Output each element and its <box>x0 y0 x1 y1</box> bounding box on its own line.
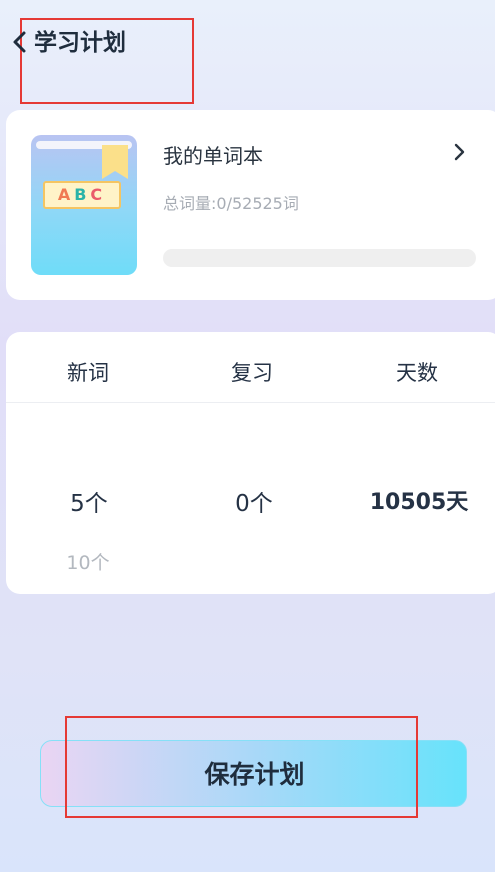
chevron-right-icon[interactable] <box>453 142 467 162</box>
chevron-left-icon[interactable] <box>10 30 28 54</box>
column-header-review: 复习 <box>231 361 273 385</box>
learning-progress-bar <box>163 249 476 267</box>
cover-letters: ABC <box>43 185 121 204</box>
new-words-picker-selected[interactable]: 5个 <box>14 484 164 518</box>
header-divider <box>6 402 495 403</box>
cover-letter-a: A <box>57 185 75 204</box>
column-header-days: 天数 <box>396 361 438 385</box>
wordbook-title: 我的单词本 <box>163 144 263 168</box>
column-header-new-words: 新词 <box>67 361 109 385</box>
cover-letter-b: B <box>74 185 91 204</box>
days-picker-selected[interactable]: 10505天 <box>344 484 494 516</box>
new-words-picker-option[interactable]: 10个 <box>28 548 148 575</box>
total-word-count: 总词量:0/52525词 <box>163 194 299 213</box>
plan-settings-card: 新词 复习 天数 5个 0个 10505天 10个 <box>6 332 495 594</box>
wordbook-cover: ABC <box>31 135 137 275</box>
wordbook-card[interactable]: ABC 我的单词本 总词量:0/52525词 <box>6 110 495 300</box>
review-picker-selected[interactable]: 0个 <box>179 484 329 518</box>
cover-letter-c: C <box>90 185 107 204</box>
save-button-highlight-box <box>65 716 418 818</box>
bookmark-icon <box>102 145 128 179</box>
page-title: 学习计划 <box>34 30 126 56</box>
